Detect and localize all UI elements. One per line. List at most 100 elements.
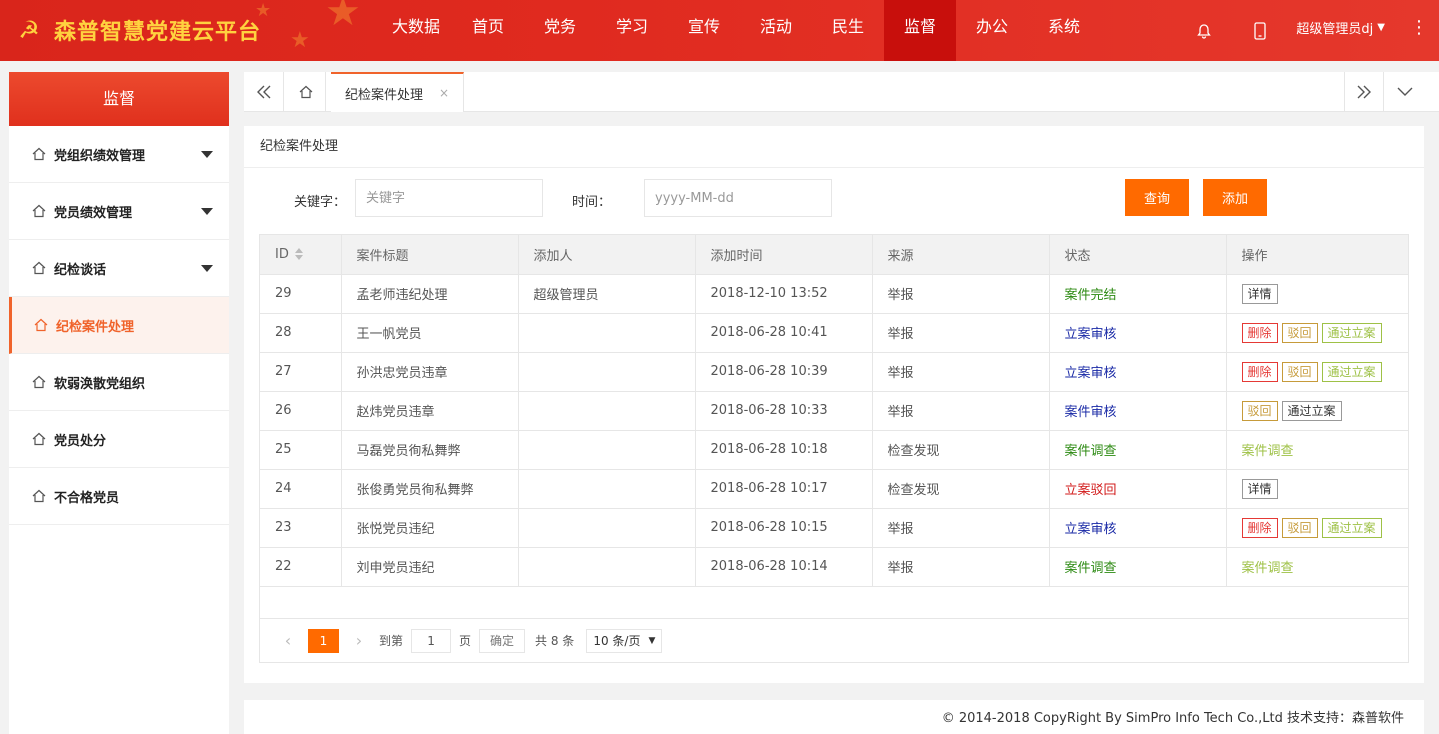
case-table: ID 案件标题 添加人 添加时间 来源 状态 操作 29 孟老师违纪处理 超级管理员… bbox=[259, 234, 1409, 663]
delete-button[interactable]: 删除 bbox=[1241, 517, 1278, 538]
cell-id: 27 bbox=[260, 352, 342, 392]
cell-id: 23 bbox=[260, 508, 342, 548]
approve-filing-button[interactable]: 通过立案 bbox=[1281, 400, 1342, 421]
main-panel: 纪检案件处理 关键字： 时间： 查询 添加 ID 案件标题 添加人 添加时间 来… bbox=[244, 126, 1424, 683]
cell-status: 案件完结 bbox=[1049, 274, 1227, 314]
cell-status: 案件调查 bbox=[1049, 430, 1227, 470]
delete-button[interactable]: 删除 bbox=[1241, 322, 1278, 343]
cell-actions: 详情 bbox=[1226, 274, 1408, 314]
cell-status: 立案审核 bbox=[1049, 508, 1227, 548]
nav-item-office[interactable]: 办公 bbox=[956, 0, 1028, 61]
nav-item-publicity[interactable]: 宣传 bbox=[668, 0, 740, 61]
reject-button[interactable]: 驳回 bbox=[1281, 322, 1318, 343]
table-row: 24 张俊勇党员徇私舞弊 2018-06-28 10:17 检查发现 立案驳回 详情 bbox=[260, 469, 1408, 509]
cell-source: 检查发现 bbox=[872, 430, 1050, 470]
cell-title: 马磊党员徇私舞弊 bbox=[341, 430, 519, 470]
chevron-down-icon[interactable] bbox=[1385, 72, 1425, 112]
home-icon bbox=[32, 204, 46, 218]
approve-filing-button[interactable]: 通过立案 bbox=[1321, 361, 1382, 382]
cell-actions: 详情 bbox=[1226, 469, 1408, 509]
sidebar-item-case-handling[interactable]: 纪检案件处理 bbox=[9, 297, 229, 354]
detail-button[interactable]: 详情 bbox=[1241, 478, 1278, 499]
page-size-select[interactable]: 10 条/页 ▼ bbox=[586, 628, 663, 653]
pagination: ‹ 1 › 到第 页 确定 共 8 条 10 条/页 ▼ bbox=[260, 618, 1408, 662]
user-menu[interactable]: 超级管理员dj ▼ bbox=[1288, 18, 1399, 43]
cell-status: 案件调查 bbox=[1049, 547, 1227, 587]
scroll-left-icon[interactable] bbox=[244, 72, 284, 112]
table-body: 29 孟老师违纪处理 超级管理员 2018-12-10 13:52 举报 案件完结 详情 28… bbox=[260, 274, 1408, 587]
caret-down-icon: ▼ bbox=[648, 635, 656, 646]
sidebar-item-weak-org[interactable]: 软弱涣散党组织 bbox=[9, 354, 229, 411]
add-button[interactable]: 添加 bbox=[1203, 179, 1267, 216]
sidebar-item-discipline-talk[interactable]: 纪检谈话 bbox=[9, 240, 229, 297]
tab-case-handling[interactable]: 纪检案件处理 × bbox=[331, 72, 465, 112]
caret-down-icon bbox=[201, 208, 213, 215]
more-icon[interactable]: ⋮ bbox=[1399, 17, 1439, 44]
sidebar-title: 监督 bbox=[9, 72, 229, 126]
home-tab-icon[interactable] bbox=[286, 72, 326, 112]
keyword-label: 关键字： bbox=[294, 195, 347, 210]
nav-item-party-affairs[interactable]: 党务 bbox=[524, 0, 596, 61]
cell-adder bbox=[518, 508, 696, 548]
user-name: 超级管理员dj bbox=[1296, 22, 1374, 37]
reject-button[interactable]: 驳回 bbox=[1281, 517, 1318, 538]
sidebar-item-member-performance[interactable]: 党员绩效管理 bbox=[9, 183, 229, 240]
goto-confirm-button[interactable]: 确定 bbox=[479, 628, 526, 653]
cell-status: 立案驳回 bbox=[1049, 469, 1227, 509]
nav-item-system[interactable]: 系统 bbox=[1028, 0, 1100, 61]
cell-time: 2018-06-28 10:15 bbox=[695, 508, 873, 548]
date-input[interactable] bbox=[644, 179, 832, 217]
col-header-label: ID bbox=[275, 246, 289, 262]
current-page[interactable]: 1 bbox=[308, 628, 339, 653]
nav-item-activity[interactable]: 活动 bbox=[740, 0, 812, 61]
cell-adder bbox=[518, 430, 696, 470]
table-row: 29 孟老师违纪处理 超级管理员 2018-12-10 13:52 举报 案件完结 详情 bbox=[260, 274, 1408, 314]
cell-status: 立案审核 bbox=[1049, 352, 1227, 392]
next-page-icon[interactable]: › bbox=[347, 631, 371, 650]
home-icon bbox=[32, 489, 46, 503]
detail-button[interactable]: 详情 bbox=[1241, 283, 1278, 304]
nav-item-bigdata[interactable]: 大数据 bbox=[380, 0, 452, 61]
close-icon[interactable]: × bbox=[439, 86, 449, 100]
investigate-link[interactable]: 案件调查 bbox=[1242, 444, 1294, 459]
nav-item-livelihood[interactable]: 民生 bbox=[812, 0, 884, 61]
approve-filing-button[interactable]: 通过立案 bbox=[1321, 517, 1382, 538]
tab-bar: 纪检案件处理 × bbox=[244, 72, 1439, 112]
table-row: 22 刘申党员违纪 2018-06-28 10:14 举报 案件调查 案件调查 bbox=[260, 547, 1408, 587]
mobile-icon[interactable] bbox=[1232, 4, 1288, 58]
decor-star-icon: ★ bbox=[290, 28, 310, 53]
bell-icon[interactable] bbox=[1176, 4, 1232, 58]
col-header-id[interactable]: ID bbox=[260, 235, 342, 275]
main-nav: 大数据 首页 党务 学习 宣传 活动 民生 监督 办公 系统 bbox=[380, 0, 1100, 61]
search-button[interactable]: 查询 bbox=[1125, 179, 1189, 216]
cell-adder bbox=[518, 352, 696, 392]
nav-item-supervision[interactable]: 监督 bbox=[884, 0, 956, 61]
caret-down-icon bbox=[201, 265, 213, 272]
scroll-right-icon[interactable] bbox=[1344, 72, 1384, 112]
keyword-input[interactable] bbox=[355, 179, 543, 217]
nav-item-home[interactable]: 首页 bbox=[452, 0, 524, 61]
goto-page-input[interactable] bbox=[411, 628, 452, 653]
home-icon bbox=[32, 147, 46, 161]
caret-down-icon: ▼ bbox=[1377, 22, 1385, 33]
sidebar-item-org-performance[interactable]: 党组织绩效管理 bbox=[9, 126, 229, 183]
cell-actions: 案件调查 bbox=[1226, 430, 1408, 470]
cell-source: 举报 bbox=[872, 391, 1050, 431]
sidebar-item-unqualified-member[interactable]: 不合格党员 bbox=[9, 468, 229, 525]
investigate-link[interactable]: 案件调查 bbox=[1242, 561, 1294, 576]
cell-time: 2018-06-28 10:39 bbox=[695, 352, 873, 392]
cell-time: 2018-06-28 10:33 bbox=[695, 391, 873, 431]
cell-title: 张俊勇党员徇私舞弊 bbox=[341, 469, 519, 509]
logo[interactable]: ☭ 森普智慧党建云平台 bbox=[14, 13, 261, 47]
prev-page-icon[interactable]: ‹ bbox=[276, 631, 300, 650]
sort-icon[interactable] bbox=[294, 248, 303, 261]
reject-button[interactable]: 驳回 bbox=[1241, 400, 1278, 421]
cell-title: 王一帆党员 bbox=[341, 313, 519, 353]
reject-button[interactable]: 驳回 bbox=[1281, 361, 1318, 382]
header-tools: 超级管理员dj ▼ ⋮ bbox=[1176, 0, 1439, 61]
delete-button[interactable]: 删除 bbox=[1241, 361, 1278, 382]
sidebar-item-member-punishment[interactable]: 党员处分 bbox=[9, 411, 229, 468]
approve-filing-button[interactable]: 通过立案 bbox=[1321, 322, 1382, 343]
cell-id: 22 bbox=[260, 547, 342, 587]
nav-item-study[interactable]: 学习 bbox=[596, 0, 668, 61]
